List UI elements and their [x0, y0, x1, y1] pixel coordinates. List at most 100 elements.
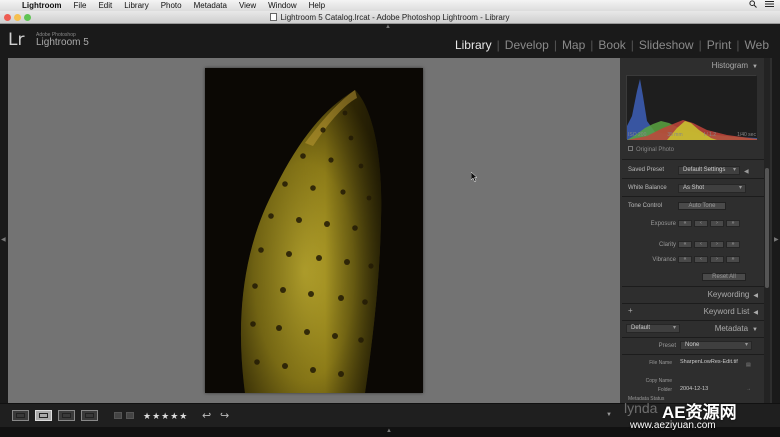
- expand-triangle-icon: ◀: [753, 293, 758, 299]
- histogram-header[interactable]: Histogram ▼: [712, 61, 758, 70]
- keyword-list-header[interactable]: Keyword List ◀: [704, 307, 758, 316]
- exposure-decrease-large[interactable]: «: [678, 220, 692, 227]
- vibrance-decrease-large[interactable]: «: [678, 256, 692, 263]
- exposure-increase[interactable]: ›: [710, 220, 724, 227]
- collapse-triangle-icon: ▼: [752, 64, 758, 70]
- clarity-label: Clarity: [658, 242, 676, 248]
- vibrance-steppers: «‹ ›»: [678, 256, 740, 263]
- panel-divider: [622, 320, 768, 321]
- flag-pick-icon[interactable]: [114, 412, 122, 419]
- menu-metadata[interactable]: Metadata: [194, 1, 227, 10]
- menu-photo[interactable]: Photo: [161, 1, 182, 10]
- dropdown-arrow-icon: ▾: [672, 325, 676, 331]
- auto-tone-button[interactable]: Auto Tone: [678, 202, 726, 210]
- folder-value[interactable]: 2004-12-13: [680, 386, 708, 392]
- metadata-preset-dropdown[interactable]: None ▾: [680, 341, 752, 350]
- metadata-view-dropdown[interactable]: Default ▾: [626, 324, 680, 333]
- right-panel-scrollbar[interactable]: [764, 58, 770, 403]
- list-icon[interactable]: [765, 0, 774, 10]
- menu-view[interactable]: View: [239, 1, 256, 10]
- left-panel-expand-icon[interactable]: ◀: [1, 236, 6, 243]
- rotate-left-icon[interactable]: ↩: [202, 409, 211, 422]
- panel-divider: [622, 178, 768, 179]
- histogram[interactable]: [626, 75, 757, 140]
- dropdown-arrow-icon: ▾: [732, 167, 736, 173]
- expand-triangle-icon: ◀: [753, 310, 758, 316]
- watermark-url: www.aeziyuan.com: [630, 420, 716, 431]
- keywording-header[interactable]: Keywording ◀: [708, 290, 758, 299]
- file-name-label: File Name: [649, 360, 672, 366]
- search-icon[interactable]: [749, 0, 757, 10]
- panel-divider: [622, 286, 768, 287]
- menu-app-name[interactable]: Lightroom: [22, 1, 62, 10]
- clarity-steppers: «‹ ›»: [678, 241, 740, 248]
- grid-view-icon[interactable]: [12, 410, 29, 421]
- loupe-view[interactable]: [8, 58, 620, 403]
- panel-divider: [622, 337, 768, 338]
- module-print[interactable]: Print: [702, 38, 737, 52]
- filmstrip-expand-icon[interactable]: ▲: [386, 428, 392, 434]
- dropdown-arrow-icon: ▾: [738, 185, 742, 191]
- clarity-increase-large[interactable]: »: [726, 241, 740, 248]
- right-panel-collapse-icon[interactable]: ▶: [774, 236, 779, 243]
- original-photo-checkbox[interactable]: [628, 146, 633, 151]
- exposure-steppers: «‹ ›»: [678, 220, 740, 227]
- right-panel-edge[interactable]: ▶: [772, 58, 780, 403]
- clarity-increase[interactable]: ›: [710, 241, 724, 248]
- menu-library[interactable]: Library: [124, 1, 148, 10]
- module-develop[interactable]: Develop: [500, 38, 554, 52]
- exposure-decrease[interactable]: ‹: [694, 220, 708, 227]
- dropdown-arrow-icon: ▾: [744, 342, 748, 348]
- clarity-decrease[interactable]: ‹: [694, 241, 708, 248]
- vibrance-decrease[interactable]: ‹: [694, 256, 708, 263]
- right-panel: Histogram ▼ ISO 200 35 mm f / 1.2 1/40 se…: [620, 58, 772, 403]
- menu-file[interactable]: File: [74, 1, 87, 10]
- camera-info: ISO 200 35 mm f / 1.2 1/40 sec: [628, 132, 756, 138]
- metadata-preset-value: None: [685, 342, 700, 348]
- toolbar-options-icon[interactable]: ▼: [606, 412, 612, 418]
- cactus-photo[interactable]: [205, 68, 423, 393]
- vibrance-increase-large[interactable]: »: [726, 256, 740, 263]
- exposure-label: Exposure: [650, 221, 676, 227]
- loupe-view-icon[interactable]: [35, 410, 52, 421]
- module-book[interactable]: Book: [593, 38, 630, 52]
- file-name-value[interactable]: SharpenLowRes-Edit.tif: [680, 359, 740, 366]
- menu-edit[interactable]: Edit: [98, 1, 112, 10]
- mouse-cursor-icon: [470, 171, 478, 184]
- compare-view-icon[interactable]: [58, 410, 75, 421]
- folder-action-icon[interactable]: →: [746, 386, 751, 392]
- saved-preset-expand-icon[interactable]: ◀: [744, 168, 749, 175]
- reset-all-button[interactable]: Reset All: [702, 273, 746, 281]
- metadata-title: Metadata: [714, 324, 749, 333]
- add-keyword-icon[interactable]: +: [628, 306, 633, 315]
- scrollbar-thumb[interactable]: [765, 168, 769, 288]
- left-panel-edge[interactable]: ◀: [0, 58, 8, 403]
- folder-label: Folder: [657, 387, 672, 393]
- saved-preset-dropdown[interactable]: Default Settings ▾: [678, 166, 740, 175]
- module-picker: Library | Develop | Map | Book | Slideshow | …: [450, 38, 774, 52]
- module-web[interactable]: Web: [740, 38, 774, 52]
- exposure-increase-large[interactable]: »: [726, 220, 740, 227]
- menu-help[interactable]: Help: [309, 1, 325, 10]
- top-panel-collapse-icon[interactable]: ▲: [385, 24, 391, 30]
- clarity-decrease-large[interactable]: «: [678, 241, 692, 248]
- rotate-right-icon[interactable]: ↪: [220, 409, 229, 422]
- star-rating[interactable]: ★★★★★: [143, 411, 188, 422]
- panel-divider: [622, 354, 768, 355]
- menu-window[interactable]: Window: [268, 1, 296, 10]
- survey-view-icon[interactable]: [81, 410, 98, 421]
- module-library[interactable]: Library: [450, 38, 497, 52]
- metadata-preset-label: Preset: [658, 343, 676, 349]
- white-balance-dropdown[interactable]: As Shot ▾: [678, 184, 746, 193]
- aperture-value: f / 1.2: [703, 132, 717, 138]
- flag-reject-icon[interactable]: [126, 412, 134, 419]
- metadata-header[interactable]: Metadata ▼: [715, 324, 758, 333]
- top-panel: ▲ Lr Adobe Photoshop Lightroom 5 Library…: [0, 24, 780, 58]
- window-title-bar: Lightroom 5 Catalog.lrcat - Adobe Photos…: [0, 11, 780, 24]
- vibrance-increase[interactable]: ›: [710, 256, 724, 263]
- module-map[interactable]: Map: [557, 38, 590, 52]
- file-name-action-icon[interactable]: ▤: [746, 362, 751, 368]
- original-photo-toggle[interactable]: Original Photo: [628, 146, 674, 153]
- module-slideshow[interactable]: Slideshow: [634, 38, 699, 52]
- saved-preset-value: Default Settings: [683, 167, 726, 173]
